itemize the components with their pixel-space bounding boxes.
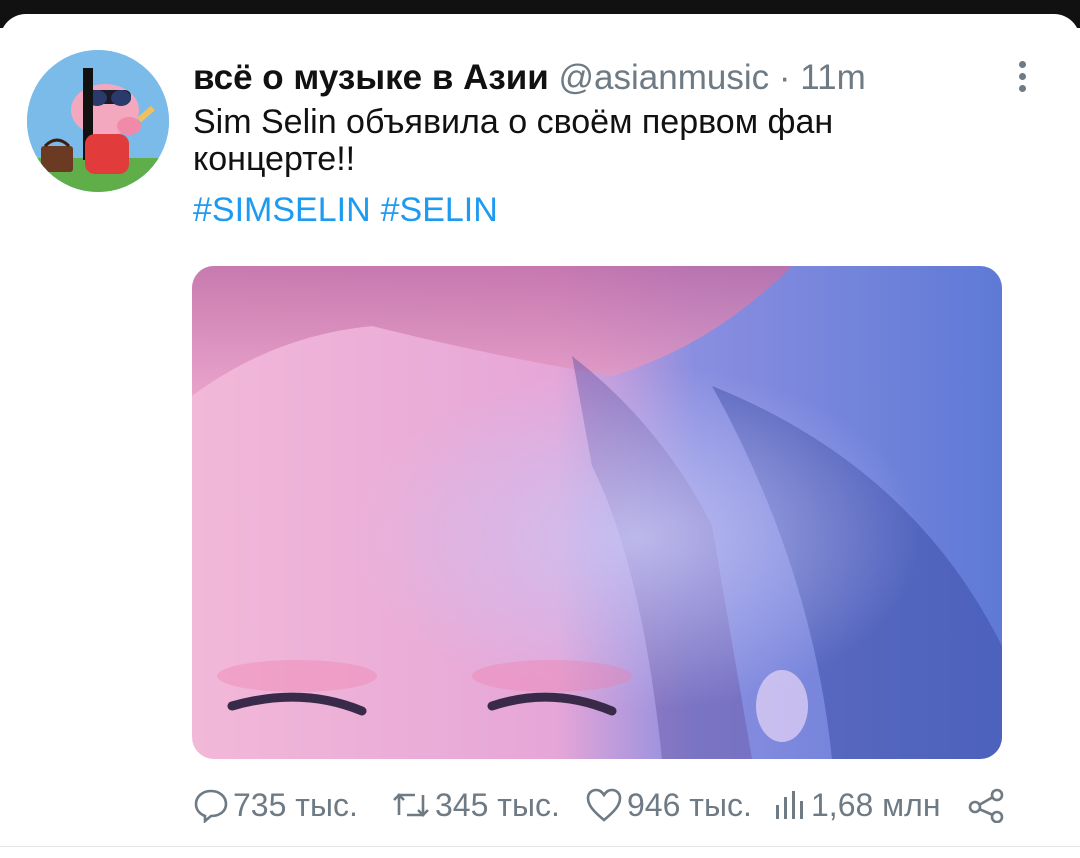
- retweet-button[interactable]: 345 тыс.: [391, 780, 560, 830]
- retweet-count: 345 тыс.: [435, 787, 560, 823]
- reply-icon: [194, 789, 228, 823]
- share-button[interactable]: [967, 780, 1011, 830]
- views-button[interactable]: 1,68 млн: [773, 780, 941, 830]
- tweet-header: всё о музыке в Азии @asianmusic · 11m: [193, 58, 866, 98]
- tweet-text: Sim Selin объявила о своём первом фан ко…: [193, 103, 834, 178]
- views-chart-icon: [776, 791, 803, 819]
- reply-count: 735 тыс.: [233, 787, 358, 823]
- timestamp[interactable]: 11m: [800, 58, 866, 97]
- reply-button[interactable]: 735 тыс.: [193, 780, 358, 830]
- hashtags: #SIMSELIN #SELIN: [193, 192, 508, 229]
- like-button[interactable]: 946 тыс.: [585, 780, 752, 830]
- tweet-media-image[interactable]: [192, 266, 1002, 759]
- user-handle[interactable]: @asianmusic: [559, 58, 770, 97]
- tweet-actions: 735 тыс. 345 тыс. 946 тыс. 1,68 млн: [193, 780, 1023, 830]
- avatar-image: [27, 50, 169, 192]
- display-name[interactable]: всё о музыке в Азии: [193, 58, 549, 97]
- avatar[interactable]: [27, 50, 169, 192]
- hashtag-link[interactable]: #SELIN: [381, 191, 498, 229]
- heart-icon: [586, 788, 622, 822]
- like-count: 946 тыс.: [627, 787, 752, 823]
- views-count: 1,68 млн: [811, 787, 941, 823]
- header-separator: ·: [769, 58, 801, 97]
- retweet-icon: [393, 793, 429, 817]
- hashtag-link[interactable]: #SIMSELIN: [193, 191, 371, 229]
- more-vertical-icon[interactable]: [1010, 58, 1034, 98]
- share-icon: [968, 788, 1004, 823]
